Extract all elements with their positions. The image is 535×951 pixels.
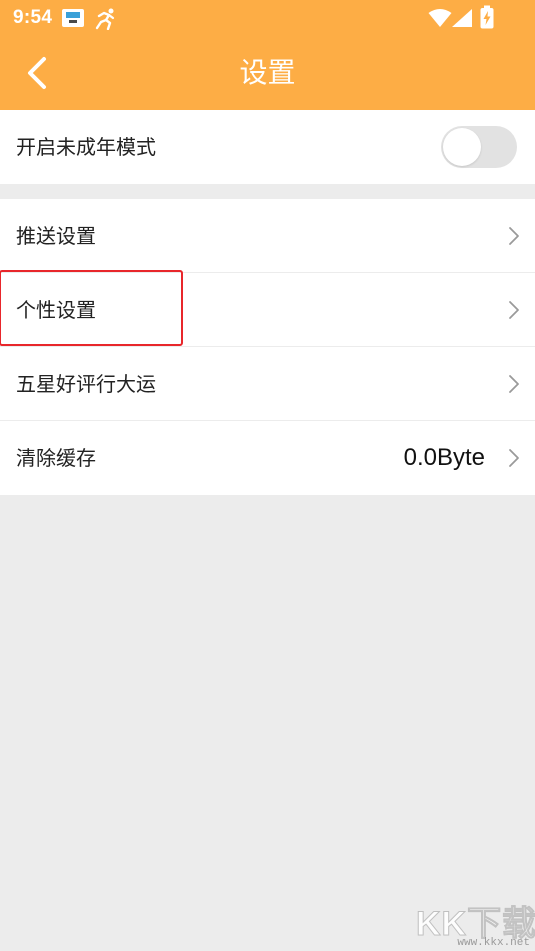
page-title: 设置 [239,56,296,89]
watermark-url: www.kkx.net [457,937,530,949]
chevron-right-icon [509,449,519,467]
minor-mode-toggle[interactable] [441,126,517,168]
push-settings-row[interactable]: 推送设置 [0,199,535,273]
status-time: 9:54 [13,7,53,28]
chevron-right-icon [509,227,519,245]
five-star-review-label: 五星好评行大运 [16,372,156,396]
watermark: KK下载 www.kkx.net [415,896,535,950]
personal-settings-row[interactable]: 个性设置 [0,273,535,347]
keyboard-notification-icon [62,9,84,27]
chevron-right-icon [509,301,519,319]
personal-settings-label: 个性设置 [16,298,96,322]
chevron-right-icon [509,375,519,393]
running-figure-icon [95,8,115,30]
clear-cache-label: 清除缓存 [16,446,96,470]
push-settings-label: 推送设置 [16,224,96,248]
minor-mode-row: 开启未成年模式 [0,110,535,184]
toggle-knob [443,128,481,166]
app-header: 9:54 设置 [0,0,535,110]
minor-mode-label: 开启未成年模式 [16,135,156,159]
cache-size-value: 0.0Byte [403,444,485,471]
battery-charging-icon [480,5,494,29]
settings-list: 推送设置 个性设置 五星好评行大运 清除缓存 0.0Byte [0,199,535,495]
title-bar: 设置 [0,36,535,110]
minor-mode-section: 开启未成年模式 [0,110,535,184]
clear-cache-row[interactable]: 清除缓存 0.0Byte [0,421,535,495]
chevron-left-icon [28,57,46,89]
signal-icon [452,9,472,27]
five-star-review-row[interactable]: 五星好评行大运 [0,347,535,421]
back-button[interactable] [14,50,60,96]
wifi-icon [428,9,452,27]
status-bar: 9:54 [0,0,535,36]
